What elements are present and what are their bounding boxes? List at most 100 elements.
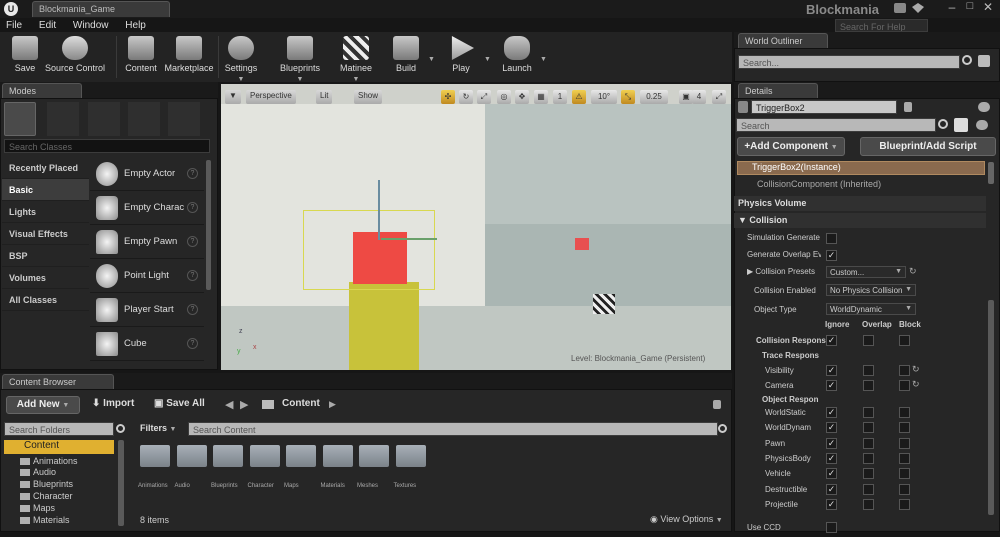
show-button[interactable]: Show	[354, 90, 383, 104]
object-row-4-overlap-checkbox[interactable]	[863, 468, 874, 480]
camera-speed-value[interactable]: 4	[692, 90, 706, 104]
close-button[interactable]: ✕	[980, 0, 996, 16]
component-instance-row[interactable]: TriggerBox2(Instance)	[737, 161, 985, 175]
object-row-5-overlap-checkbox[interactable]	[863, 483, 874, 495]
outliner-settings-icon[interactable]	[978, 55, 990, 67]
list-item-cube[interactable]: Cube?	[90, 327, 204, 361]
modes-scrollbar[interactable]	[206, 160, 211, 290]
list-item-empty-pawn[interactable]: Empty Pawn?	[90, 225, 204, 259]
object-row-2-overlap-checkbox[interactable]	[863, 437, 874, 449]
build-dropdown-icon[interactable]: ▼	[428, 56, 435, 63]
details-view-icon[interactable]	[976, 120, 988, 130]
search-folders-input[interactable]: Search Folders	[4, 422, 114, 436]
tree-item-character[interactable]: Character	[20, 491, 73, 501]
object-row-4-ignore-checkbox[interactable]: ✓	[826, 468, 837, 480]
world-outliner-tab[interactable]: World Outliner	[738, 33, 828, 49]
responses-block-checkbox[interactable]	[899, 335, 910, 346]
build-button[interactable]: Build	[384, 34, 428, 80]
mode-paint-icon[interactable]	[47, 102, 79, 136]
back-button[interactable]: ◀	[225, 398, 233, 411]
view-options-button[interactable]: ◉ View Options ▼	[650, 514, 723, 525]
settings-button[interactable]: Settings ▼	[216, 34, 266, 83]
visibility-block-checkbox[interactable]	[899, 365, 910, 376]
category-all-classes[interactable]: All Classes	[2, 289, 89, 311]
launch-dropdown-icon[interactable]: ▼	[540, 56, 547, 63]
tree-item-audio[interactable]: Audio	[20, 467, 56, 477]
save-all-button[interactable]: ▣ Save All	[154, 398, 205, 409]
search-content-icon[interactable]	[718, 424, 727, 433]
play-button[interactable]: Play	[436, 34, 486, 80]
eye-icon[interactable]	[978, 102, 990, 112]
maximize-button[interactable]: □	[962, 0, 978, 16]
play-dropdown-icon[interactable]: ▼	[484, 56, 491, 63]
surface-snap-icon[interactable]: ✥	[515, 90, 529, 104]
breadcrumb-content[interactable]: Content	[282, 398, 320, 409]
content-browser-tab[interactable]: Content Browser	[2, 374, 114, 390]
camera-reset-icon[interactable]: ↻	[912, 379, 920, 390]
tree-scrollbar[interactable]	[118, 440, 124, 526]
actor-name-input[interactable]: TriggerBox2	[751, 100, 897, 114]
gen-overlap-checkbox[interactable]: ✓	[826, 250, 837, 261]
visibility-reset-icon[interactable]: ↻	[912, 364, 920, 375]
object-row-4-block-checkbox[interactable]	[899, 468, 910, 480]
help-icon[interactable]: ?	[187, 338, 198, 349]
minimize-button[interactable]: –	[944, 0, 960, 16]
search-icon[interactable]	[962, 55, 972, 65]
folder-icon[interactable]	[176, 445, 207, 467]
import-button[interactable]: ⬇ Import	[92, 398, 134, 409]
grid-snap-value[interactable]: 1	[553, 90, 567, 104]
folder-icon[interactable]	[322, 445, 353, 467]
physics-volume-section[interactable]: Physics Volume	[734, 196, 986, 211]
search-help-input[interactable]: Search For Help	[835, 19, 928, 32]
tree-content-item[interactable]: Content	[4, 440, 114, 454]
category-recently-placed[interactable]: Recently Placed	[2, 157, 89, 179]
scale-snap-icon[interactable]: ⤡	[621, 90, 635, 104]
rotate-icon[interactable]: ↻	[459, 90, 473, 104]
category-lights[interactable]: Lights	[2, 201, 89, 223]
folder-icon[interactable]	[249, 445, 280, 467]
object-row-6-ignore-checkbox[interactable]: ✓	[826, 498, 837, 510]
blueprints-dropdown-icon[interactable]: ▼	[297, 76, 304, 83]
collision-presets-select[interactable]: Custom... ▼	[826, 266, 906, 278]
object-row-5-block-checkbox[interactable]	[899, 483, 910, 495]
menu-file[interactable]: File	[6, 20, 22, 31]
scale-icon[interactable]: ⤢	[477, 90, 491, 104]
details-scrollbar-top[interactable]	[988, 162, 994, 184]
menu-window[interactable]: Window	[73, 20, 109, 31]
object-row-3-ignore-checkbox[interactable]: ✓	[826, 452, 837, 464]
tree-item-materials[interactable]: Materials	[20, 515, 70, 525]
object-row-0-ignore-checkbox[interactable]: ✓	[826, 407, 837, 418]
category-basic[interactable]: Basic	[2, 179, 89, 201]
camera-speed-icon[interactable]: ▣	[679, 90, 693, 104]
blueprint-add-script-button[interactable]: Blueprint/Add Script	[860, 137, 996, 156]
mode-landscape-icon[interactable]	[88, 102, 120, 136]
object-row-3-block-checkbox[interactable]	[899, 452, 910, 464]
modes-tab[interactable]: Modes	[2, 83, 82, 99]
visibility-ignore-checkbox[interactable]: ✓	[826, 365, 837, 376]
notification-icon[interactable]	[894, 3, 906, 13]
menu-edit[interactable]: Edit	[39, 20, 56, 31]
lit-button[interactable]: Lit	[316, 90, 333, 104]
search-folders-icon[interactable]	[116, 424, 125, 433]
sim-generates-checkbox[interactable]	[826, 233, 837, 244]
search-classes-input[interactable]: Search Classes	[4, 139, 210, 153]
tree-item-blueprints[interactable]: Blueprints	[20, 479, 73, 489]
clapper-actor-icon[interactable]	[593, 294, 615, 314]
details-search-icon[interactable]	[938, 119, 948, 129]
maximize-viewport-icon[interactable]: ⤢	[712, 90, 726, 104]
list-item-empty-character[interactable]: Empty Charac?	[90, 191, 204, 225]
marketplace-button[interactable]: Marketplace	[163, 34, 215, 80]
object-row-2-block-checkbox[interactable]	[899, 437, 910, 449]
folder-icon[interactable]	[286, 445, 316, 467]
object-row-1-ignore-checkbox[interactable]: ✓	[826, 422, 837, 434]
list-item-point-light[interactable]: Point Light?	[90, 259, 204, 293]
camera-block-checkbox[interactable]	[899, 380, 910, 391]
list-item-player-start[interactable]: Player Start?	[90, 293, 204, 327]
object-row-3-overlap-checkbox[interactable]	[863, 452, 874, 464]
help-icon[interactable]: ?	[187, 236, 198, 247]
forward-button[interactable]: ▶	[240, 398, 248, 411]
details-search-input[interactable]: Search	[736, 118, 936, 132]
source-control-button[interactable]: Source Control	[42, 34, 108, 80]
launch-button[interactable]: Launch	[492, 34, 542, 80]
responses-overlap-checkbox[interactable]	[863, 335, 874, 346]
